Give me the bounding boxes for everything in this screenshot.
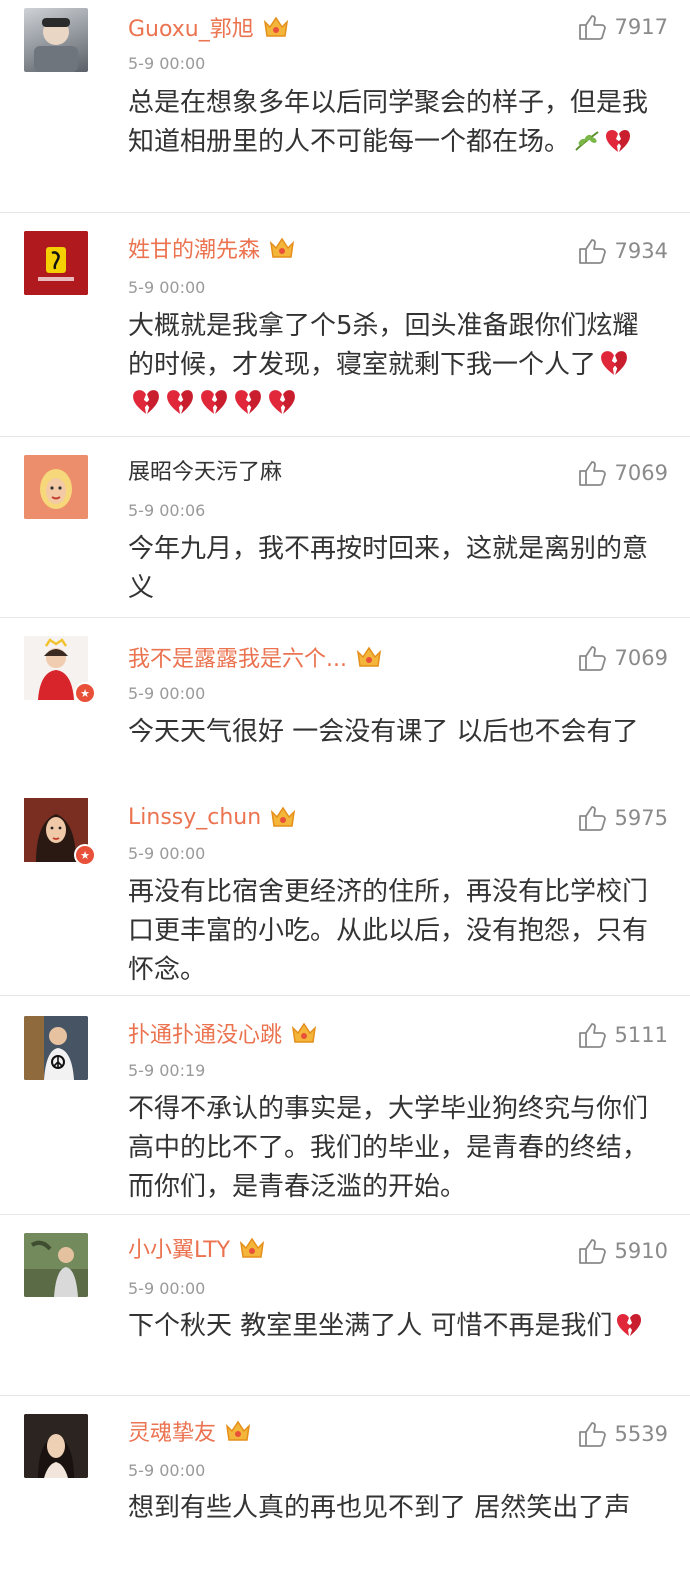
comment-item: 扑通扑通没心跳 5111 5-9 00:19 不得不承认的事实是，大学毕业狗终究… — [0, 996, 690, 1214]
timestamp: 5-9 00:00 — [128, 278, 206, 297]
comment-text: 今天天气很好 一会没有课了 以后也不会有了 — [128, 713, 658, 752]
username[interactable]: 姓甘的潮先森 — [128, 232, 260, 264]
comment-text: 不得不承认的事实是，大学毕业狗终究与你们高中的比不了。我们的毕业，是青春的终结，… — [128, 1090, 658, 1207]
comment-text-content: 今年九月，我不再按时回来，这就是离别的意义 — [128, 534, 649, 603]
vip-crown-icon — [271, 806, 296, 827]
like-button[interactable]: 7069 — [577, 456, 668, 490]
comment-text-content: 总是在想象多年以后同学聚会的样子，但是我知道相册里的人不可能每一个都在场。 — [128, 88, 649, 157]
comment-text: 想到有些人真的再也见不到了 居然笑出了声 — [128, 1489, 658, 1528]
comment-feed: { "colors": { "username": "#eb7350", "pl… — [0, 0, 690, 1572]
broken-heart-icon — [167, 390, 193, 414]
leaf-icon — [575, 131, 599, 151]
like-button[interactable]: 5975 — [577, 801, 668, 835]
comment-text: 大概就是我拿了个5杀，回头准备跟你们炫耀的时候，才发现，寝室就剩下我一个人了 — [128, 307, 658, 424]
comment-item: 展昭今天污了麻 7069 5-9 00:06 今年九月，我不再按时回来，这就是离… — [0, 437, 690, 617]
thumbs-up-icon — [578, 461, 606, 486]
thumbs-up-icon — [578, 239, 606, 264]
vip-crown-icon — [225, 1420, 251, 1441]
broken-heart-icon — [201, 390, 227, 414]
username-row: 姓甘的潮先森 — [128, 231, 296, 265]
timestamp: 5-9 00:00 — [128, 54, 206, 73]
timestamp: 5-9 00:00 — [128, 844, 206, 863]
like-button[interactable]: 5539 — [577, 1417, 668, 1451]
avatar[interactable] — [24, 455, 88, 519]
verified-badge-icon: ★ — [74, 844, 96, 866]
avatar[interactable] — [24, 1414, 88, 1478]
comment-item: ★ Linssy_chun 5975 5-9 00:00 再没有比宿舍更经济的住… — [0, 778, 690, 995]
like-count: 5111 — [614, 1023, 668, 1047]
avatar[interactable] — [24, 8, 88, 72]
broken-heart-icon — [269, 390, 295, 414]
like-count: 7069 — [614, 646, 668, 670]
comment-text: 下个秋天 教室里坐满了人 可惜不再是我们 — [128, 1307, 658, 1346]
vip-crown-icon — [356, 646, 382, 667]
timestamp: 5-9 00:00 — [128, 1279, 206, 1298]
avatar[interactable] — [24, 1016, 88, 1080]
like-button[interactable]: 7069 — [577, 641, 668, 675]
like-count: 7934 — [614, 239, 668, 263]
comment-item: ★ 我不是露露我是六个... 7069 5-9 00:00 今天天气很好 一会没… — [0, 618, 690, 778]
timestamp: 5-9 00:00 — [128, 684, 206, 703]
username[interactable]: 展昭今天污了麻 — [128, 454, 282, 486]
vip-crown-icon — [240, 1237, 265, 1258]
username-row: 灵魂挚友 — [128, 1414, 252, 1448]
username[interactable]: Guoxu_郭旭 — [128, 11, 254, 43]
vip-crown-icon — [263, 16, 288, 37]
comment-text: 再没有比宿舍更经济的住所，再没有比学校门口更丰富的小吃。从此以后，没有抱怨，只有… — [128, 873, 658, 990]
like-button[interactable]: 7917 — [577, 10, 668, 44]
vip-crown-icon — [269, 237, 295, 258]
username[interactable]: 扑通扑通没心跳 — [128, 1017, 282, 1049]
like-count: 5910 — [614, 1239, 668, 1263]
thumbs-up-icon — [578, 1023, 606, 1048]
verified-badge-icon: ★ — [74, 682, 96, 704]
timestamp: 5-9 00:00 — [128, 1461, 206, 1480]
comment-text-content: 今天天气很好 一会没有课了 以后也不会有了 — [128, 717, 639, 747]
broken-heart-icon — [601, 351, 627, 375]
comment-item: 小小翼LTY 5910 5-9 00:00 下个秋天 教室里坐满了人 可惜不再是… — [0, 1215, 690, 1395]
comment-text-content: 想到有些人真的再也见不到了 居然笑出了声 — [128, 1493, 631, 1523]
comment-text-content: 再没有比宿舍更经济的住所，再没有比学校门口更丰富的小吃。从此以后，没有抱怨，只有… — [128, 877, 649, 985]
thumbs-up-icon — [578, 646, 606, 671]
like-count: 7917 — [614, 15, 668, 39]
comment-item: 灵魂挚友 5539 5-9 00:00 想到有些人真的再也见不到了 居然笑出了声 — [0, 1396, 690, 1572]
broken-heart-icon — [606, 130, 631, 152]
timestamp: 5-9 00:06 — [128, 501, 206, 520]
username-row: Linssy_chun — [128, 800, 297, 834]
like-button[interactable]: 5910 — [577, 1234, 668, 1268]
username-row: 我不是露露我是六个... — [128, 640, 383, 674]
comment-text-content: 下个秋天 教室里坐满了人 可惜不再是我们 — [128, 1311, 613, 1341]
comment-text: 总是在想象多年以后同学聚会的样子，但是我知道相册里的人不可能每一个都在场。 — [128, 84, 658, 162]
thumbs-up-icon — [578, 1239, 606, 1264]
broken-heart-icon — [616, 1314, 641, 1336]
username[interactable]: 灵魂挚友 — [128, 1415, 216, 1447]
like-button[interactable]: 7934 — [577, 234, 668, 268]
thumbs-up-icon — [578, 806, 606, 831]
comment-item: Guoxu_郭旭 7917 5-9 00:00 总是在想象多年以后同学聚会的样子… — [0, 0, 690, 212]
avatar[interactable] — [24, 231, 88, 295]
avatar[interactable] — [24, 1233, 88, 1297]
username-row: 展昭今天污了麻 — [128, 453, 282, 487]
comment-text: 今年九月，我不再按时回来，这就是离别的意义 — [128, 530, 658, 608]
username-row: Guoxu_郭旭 — [128, 10, 290, 44]
broken-heart-icon — [133, 390, 159, 414]
like-count: 7069 — [614, 461, 668, 485]
username-row: 小小翼LTY — [128, 1231, 266, 1265]
like-button[interactable]: 5111 — [577, 1018, 668, 1052]
comment-item: 姓甘的潮先森 7934 5-9 00:00 大概就是我拿了个5杀，回头准备跟你们… — [0, 213, 690, 436]
like-count: 5975 — [614, 806, 668, 830]
like-count: 5539 — [614, 1422, 668, 1446]
avatar[interactable]: ★ — [24, 798, 96, 866]
thumbs-up-icon — [578, 1422, 606, 1447]
username[interactable]: Linssy_chun — [128, 805, 261, 830]
timestamp: 5-9 00:19 — [128, 1061, 206, 1080]
comment-text-content: 不得不承认的事实是，大学毕业狗终究与你们高中的比不了。我们的毕业，是青春的终结，… — [128, 1094, 649, 1202]
username[interactable]: 小小翼LTY — [128, 1232, 230, 1264]
thumbs-up-icon — [578, 15, 606, 40]
broken-heart-icon — [235, 390, 261, 414]
username-row: 扑通扑通没心跳 — [128, 1016, 318, 1050]
avatar[interactable]: ★ — [24, 636, 96, 704]
vip-crown-icon — [291, 1022, 317, 1043]
comment-text-content: 大概就是我拿了个5杀，回头准备跟你们炫耀的时候，才发现，寝室就剩下我一个人了 — [128, 311, 639, 380]
username[interactable]: 我不是露露我是六个... — [128, 641, 347, 673]
